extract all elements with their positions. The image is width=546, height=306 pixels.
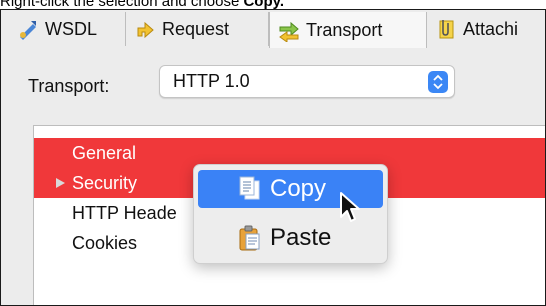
tab-request[interactable]: Request <box>126 12 269 46</box>
list-item-label: Security <box>72 173 138 193</box>
tab-attachments[interactable]: Attachi <box>427 12 545 46</box>
instruction-caption: Right-click the selection and choose Cop… <box>0 0 284 10</box>
tab-bar: WSDL Request Transport Attachi <box>1 10 545 49</box>
tab-label: WSDL <box>45 18 98 39</box>
menu-item-label: Copy <box>270 175 327 202</box>
list-item-label: Cookies <box>72 233 138 253</box>
disclosure-triangle-icon[interactable] <box>56 178 65 188</box>
list-item-label: General <box>72 143 137 163</box>
mouse-pointer-icon <box>338 191 364 227</box>
attachments-icon <box>435 18 457 40</box>
transport-icon <box>278 20 300 42</box>
tab-wsdl[interactable]: WSDL <box>9 12 126 46</box>
select-chevron-icon[interactable] <box>428 71 448 93</box>
transport-select-value: HTTP 1.0 <box>173 71 250 91</box>
transport-select[interactable]: HTTP 1.0 <box>159 65 455 98</box>
menu-item-label: Paste <box>270 224 332 251</box>
tab-label: Transport <box>306 20 383 40</box>
copy-icon <box>236 175 262 203</box>
transport-label: Transport: <box>28 76 110 96</box>
list-item-label: HTTP Heade <box>72 203 177 223</box>
tab-label: Attachi <box>463 18 519 39</box>
paste-icon <box>236 224 262 252</box>
tab-label: Request <box>162 18 230 39</box>
request-icon <box>134 18 156 40</box>
wsdl-icon <box>17 18 39 40</box>
tab-transport[interactable]: Transport <box>269 12 427 49</box>
